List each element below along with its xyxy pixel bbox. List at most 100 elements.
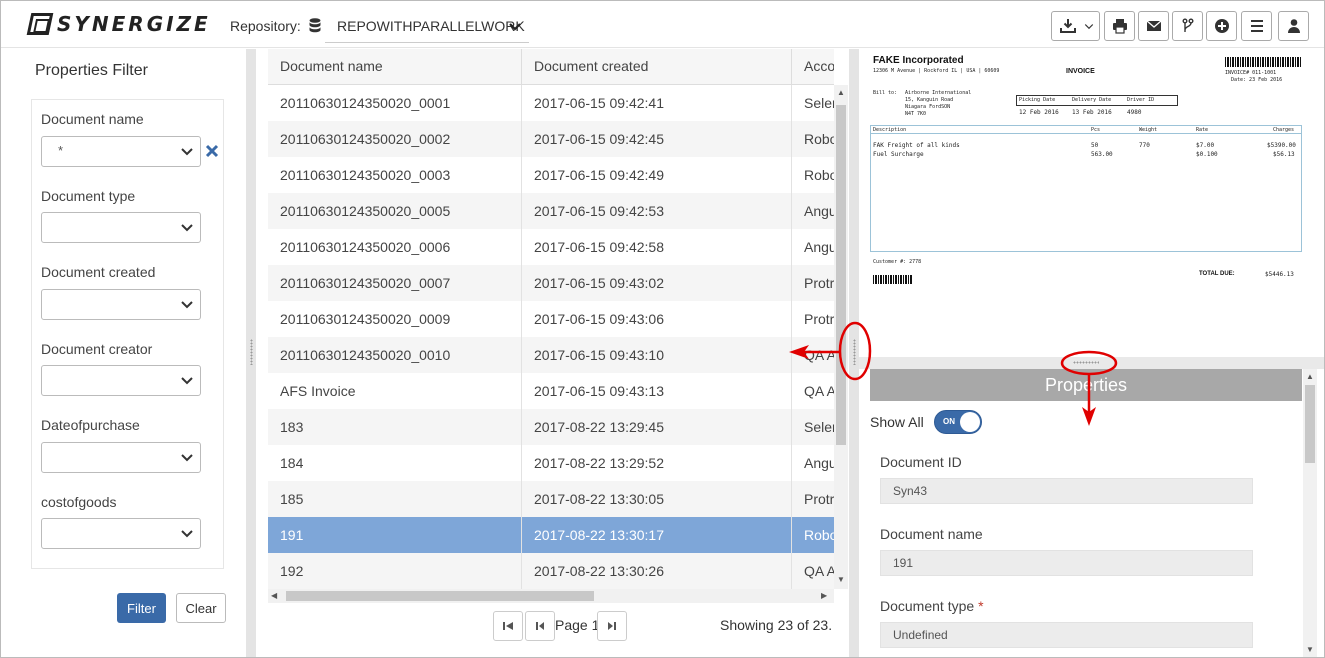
scroll-down-icon[interactable]: ▼: [837, 575, 845, 584]
table-row[interactable]: 20110630124350020_0007 2017-06-15 09:43:0…: [268, 265, 834, 301]
table-row[interactable]: 20110630124350020_0009 2017-06-15 09:43:0…: [268, 301, 834, 337]
show-all-toggle[interactable]: ON: [934, 410, 982, 434]
filter-select-document-created[interactable]: [41, 289, 201, 320]
scroll-up-icon[interactable]: ▲: [1306, 372, 1314, 381]
customer-barcode: [873, 275, 913, 284]
table-cell: 2017-08-22 13:30:05: [522, 481, 792, 517]
customer-number: Customer #: 2778: [873, 259, 922, 265]
table-row[interactable]: 20110630124350020_0005 2017-06-15 09:42:5…: [268, 193, 834, 229]
charges-cell: 770: [1139, 142, 1150, 149]
add-button[interactable]: [1206, 11, 1237, 41]
plus-circle-icon: [1214, 19, 1229, 33]
property-label-document-name: Document name: [880, 526, 983, 542]
filter-select-document-creator[interactable]: [41, 365, 201, 396]
first-page-button[interactable]: [493, 611, 523, 641]
property-field-document-id[interactable]: Syn43: [880, 478, 1253, 504]
table-row[interactable]: 20110630124350020_0002 2017-06-15 09:42:4…: [268, 121, 834, 157]
property-label-text: Document type: [880, 598, 975, 614]
charges-divider: [870, 133, 1302, 134]
chevron-down-icon: [1084, 24, 1094, 30]
charges-header: Rate: [1196, 127, 1209, 133]
charges-cell: 50: [1091, 142, 1099, 149]
table-cell: Angu: [804, 239, 834, 255]
menu-button[interactable]: [1241, 11, 1272, 41]
charges-header: Description: [873, 127, 907, 133]
property-field-document-type[interactable]: Undefined: [880, 622, 1253, 648]
filter-select-costofgoods[interactable]: [41, 518, 201, 549]
column-header-document-name[interactable]: Document name: [268, 49, 522, 85]
grid-vertical-scrollbar[interactable]: ▲ ▼: [834, 85, 848, 589]
scroll-left-icon[interactable]: ◀: [271, 591, 277, 600]
filter-label-costofgoods: costofgoods: [41, 494, 117, 510]
grid-table: Document name Document created Acco 2011…: [268, 49, 834, 589]
chevron-down-icon: [181, 530, 193, 538]
table-row[interactable]: 20110630124350020_0003 2017-06-15 09:42:4…: [268, 157, 834, 193]
picking-value: 13 Feb 2016: [1072, 109, 1112, 116]
column-header-document-created[interactable]: Document created: [522, 49, 792, 85]
user-button[interactable]: [1278, 11, 1309, 41]
menu-icon: [1250, 20, 1263, 32]
table-row[interactable]: 1912017-08-22 13:30:17 Robo: [268, 517, 834, 553]
scroll-down-icon[interactable]: ▼: [1306, 645, 1314, 654]
invoice-company: FAKE Incorporated: [873, 55, 964, 66]
filter-button[interactable]: Filter: [117, 593, 166, 623]
left-splitter[interactable]: [246, 49, 256, 657]
filter-select-dateofpurchase[interactable]: [41, 442, 201, 473]
preview-properties-splitter[interactable]: [859, 357, 1324, 369]
clear-x-icon[interactable]: [205, 144, 219, 158]
property-field-document-name[interactable]: 191: [880, 550, 1253, 576]
property-label-document-id: Document ID: [880, 454, 962, 470]
chevron-down-icon: [181, 377, 193, 385]
grid-vertical-scroll-thumb[interactable]: [836, 105, 846, 445]
table-cell: 2017-06-15 09:43:02: [522, 265, 792, 301]
table-cell: 183: [268, 409, 522, 445]
table-row[interactable]: 183 2017-08-22 13:29:45 Seler: [268, 409, 834, 445]
table-cell: Protr: [804, 491, 834, 507]
next-page-button[interactable]: [597, 611, 627, 641]
table-row[interactable]: AFS Invoice 2017-06-15 09:43:13 QA A: [268, 373, 834, 409]
synergize-logo[interactable]: SYNERGIZE: [26, 12, 211, 36]
workflow-button[interactable]: [1172, 11, 1203, 41]
filter-select-document-type[interactable]: [41, 212, 201, 243]
filter-select-document-name[interactable]: *: [41, 136, 201, 167]
table-row[interactable]: 20110630124350020_0010 2017-06-15 09:43:1…: [268, 337, 834, 373]
properties-scrollbar[interactable]: ▲ ▼: [1303, 369, 1317, 657]
scroll-up-icon[interactable]: ▲: [837, 88, 845, 97]
grid-horizontal-scrollbar[interactable]: ◀ ▶: [268, 589, 834, 603]
table-cell: 2017-06-15 09:43:06: [522, 301, 792, 337]
splitter-grip[interactable]: [250, 339, 253, 365]
splitter-grip[interactable]: [853, 339, 856, 365]
print-button[interactable]: [1104, 11, 1135, 41]
email-button[interactable]: [1138, 11, 1169, 41]
chevron-down-icon: [181, 148, 193, 156]
table-row[interactable]: 185 2017-08-22 13:30:05 Protr: [268, 481, 834, 517]
clear-button[interactable]: Clear: [176, 593, 226, 623]
grid-horizontal-scroll-thumb[interactable]: [286, 591, 594, 601]
table-cell: 2017-08-22 13:29:45: [522, 409, 792, 445]
table-cell: Angu: [804, 203, 834, 219]
scroll-right-icon[interactable]: ▶: [821, 591, 827, 600]
table-row[interactable]: 184 2017-08-22 13:29:52 Angu: [268, 445, 834, 481]
repository-select[interactable]: REPOWITHPARALLELWORK: [325, 11, 529, 43]
previous-page-button[interactable]: [525, 611, 555, 641]
table-row[interactable]: 20110630124350020_0006 2017-06-15 09:42:5…: [268, 229, 834, 265]
table-cell: 184: [268, 445, 522, 481]
splitter-grip[interactable]: [1073, 361, 1099, 364]
middle-splitter[interactable]: [849, 49, 859, 657]
table-cell: 2017-06-15 09:42:41: [522, 85, 792, 121]
chevron-down-icon: [181, 224, 193, 232]
download-button[interactable]: [1051, 11, 1100, 41]
table-row[interactable]: 20110630124350020_0001 2017-06-15 09:42:4…: [268, 85, 834, 121]
charges-cell: FAK Freight of all kinds: [873, 142, 960, 149]
previous-page-icon: [536, 622, 544, 630]
table-cell: 185: [268, 481, 522, 517]
column-header-account[interactable]: Acco: [792, 49, 834, 85]
filter-label-document-created: Document created: [41, 264, 156, 280]
filter-title: Properties Filter: [35, 62, 148, 79]
properties-scroll-thumb[interactable]: [1305, 385, 1315, 463]
total-due-label: TOTAL DUE:: [1199, 271, 1235, 277]
chevron-down-icon[interactable]: [508, 20, 522, 34]
table-cell: 2017-06-15 09:43:13: [522, 373, 792, 409]
table-cell: 191: [268, 517, 522, 553]
table-row[interactable]: 192 2017-08-22 13:30:26 QA A: [268, 553, 834, 589]
